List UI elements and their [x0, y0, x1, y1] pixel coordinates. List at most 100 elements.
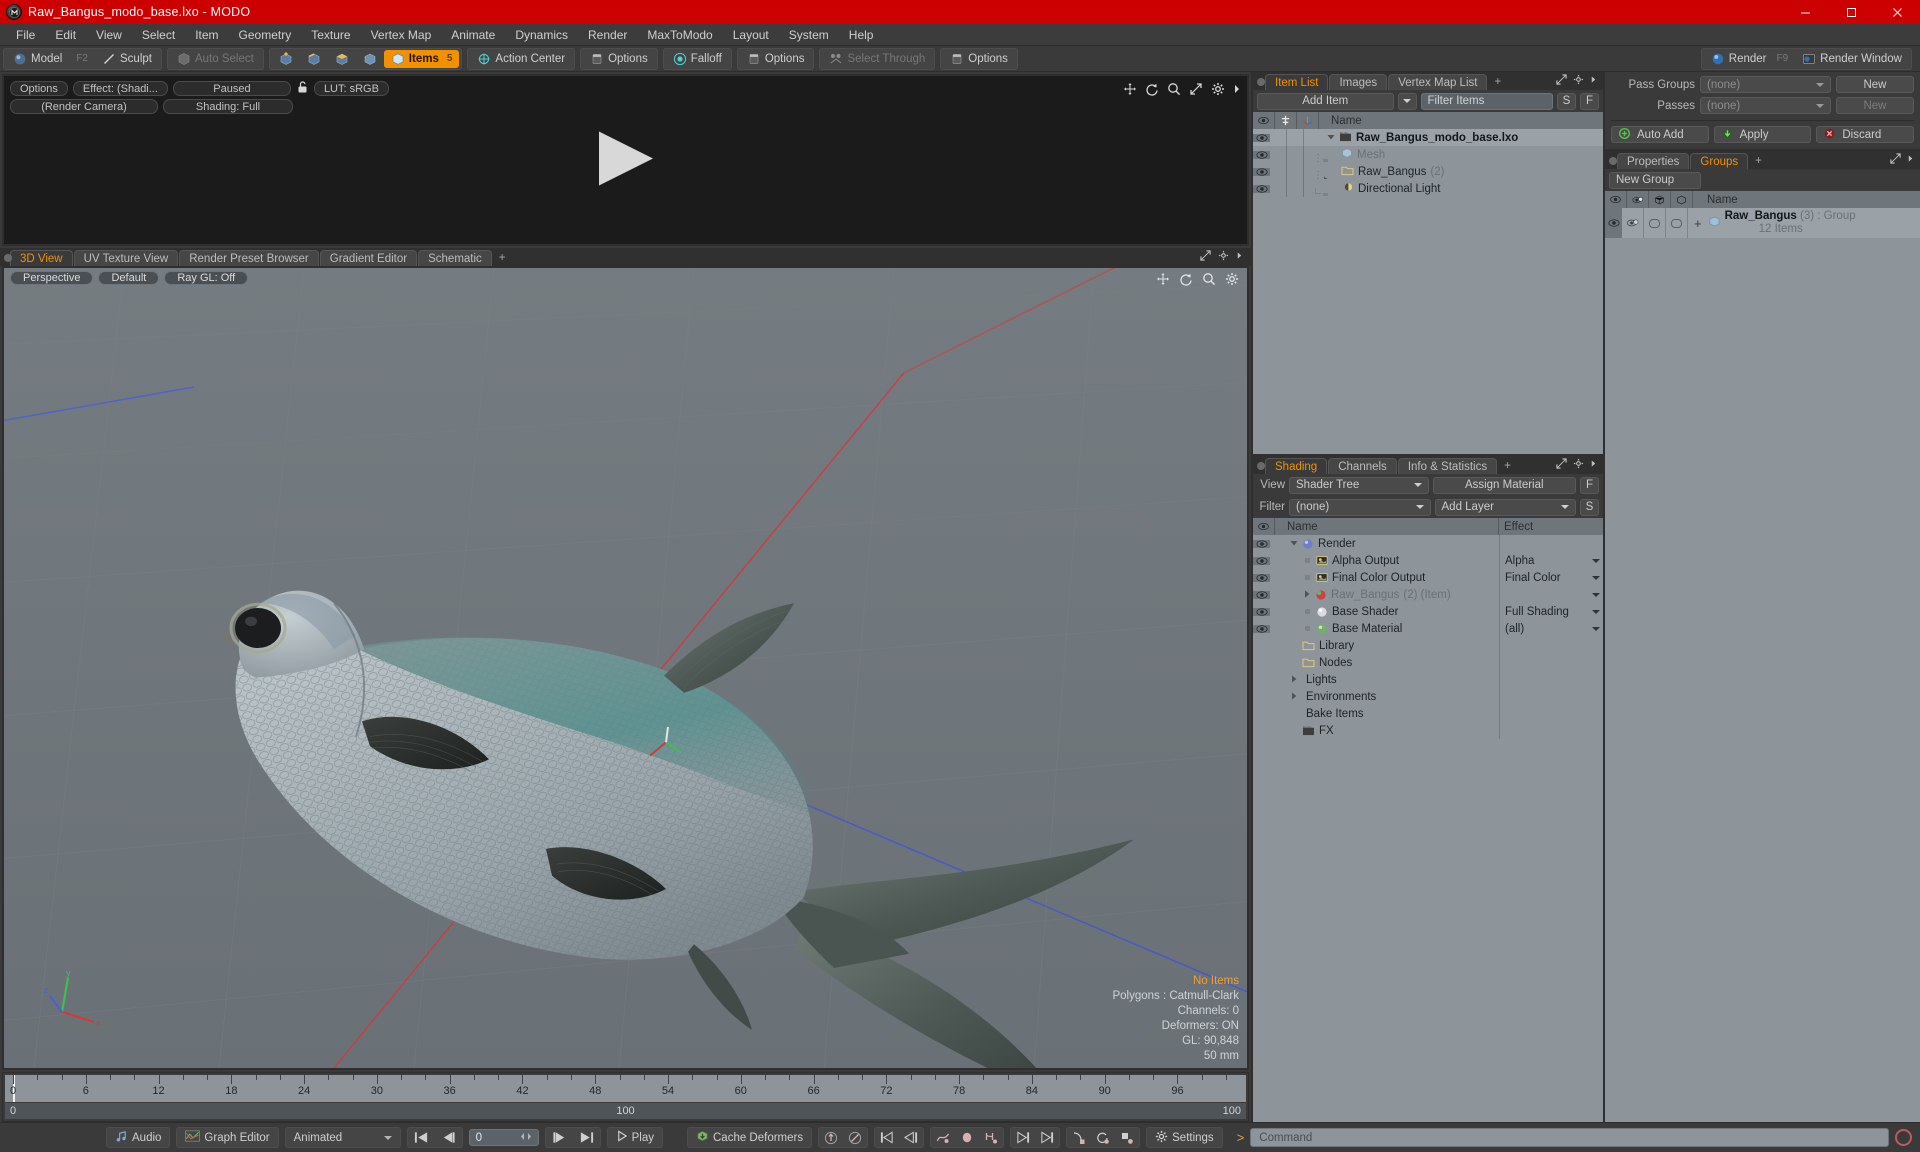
menu-view[interactable]: View	[86, 26, 132, 44]
row-visibility-toggle[interactable]	[1253, 167, 1270, 176]
timeline-ruler[interactable]: 0 6 12 18 24 30 36 42 48 54 60 66 72 78 84 90 96	[5, 1075, 1246, 1103]
auto-select-button[interactable]: Auto Select	[170, 50, 261, 68]
row-visibility-toggle[interactable]	[1253, 607, 1270, 616]
action-center-options-button[interactable]: Options	[583, 50, 655, 68]
apply-button[interactable]: Apply	[1713, 126, 1812, 143]
table-row[interactable]: Base Material (all)	[1253, 620, 1603, 637]
timeline[interactable]: 0 6 12 18 24 30 36 42 48 54 60 66 72 78 84 90 96 0 100 1…	[2, 1072, 1249, 1122]
offset-key-icon[interactable]	[1115, 1128, 1139, 1147]
maximize-icon[interactable]	[1890, 153, 1901, 167]
add-item-dropdown-button[interactable]	[1397, 92, 1417, 110]
new-pass-group-button[interactable]: New	[1836, 76, 1914, 93]
tab-images[interactable]: Images	[1329, 74, 1388, 90]
table-row[interactable]: Alpha Output Alpha	[1253, 552, 1603, 569]
chevron-right-icon[interactable]	[1236, 250, 1243, 264]
zoom-icon[interactable]	[1167, 82, 1181, 96]
key-down-icon[interactable]	[843, 1128, 867, 1147]
add-key-icon[interactable]	[1067, 1128, 1091, 1147]
row-visibility-toggle[interactable]	[1605, 208, 1622, 238]
menu-edit[interactable]: Edit	[45, 26, 86, 44]
row-visibility-toggle[interactable]	[1253, 133, 1270, 142]
table-row[interactable]: FX	[1253, 722, 1603, 739]
gear-icon[interactable]	[1225, 272, 1239, 289]
item-list-body[interactable]: Raw_Bangus_modo_base.lxo ⋮ Mesh ⋮ Raw_Ba…	[1253, 129, 1603, 454]
step-back-icon[interactable]	[435, 1128, 462, 1147]
maximize-button[interactable]	[1828, 0, 1874, 24]
add-groups-tab-button[interactable]: +	[1749, 153, 1768, 169]
ellipse-key-icon[interactable]	[955, 1128, 979, 1147]
shader-tree-select[interactable]: Shader Tree	[1289, 476, 1429, 494]
play-button[interactable]: Play	[608, 1128, 662, 1147]
tab-menu-dot-icon[interactable]	[4, 254, 12, 262]
record-circle-icon[interactable]	[1895, 1129, 1912, 1146]
render-paused-button[interactable]: Paused	[172, 81, 291, 96]
item-list-s-button[interactable]: S	[1557, 92, 1576, 110]
move-icon[interactable]	[1156, 272, 1170, 289]
collapse-arrow-icon[interactable]	[1322, 175, 1330, 179]
table-row[interactable]: ⋮ Raw_Bangus (2)	[1253, 163, 1603, 180]
menu-vertex-map[interactable]: Vertex Map	[361, 26, 442, 44]
render-window-button[interactable]: Render Window	[1795, 50, 1909, 68]
shader-row-effect[interactable]: Final Color	[1499, 569, 1603, 586]
add-viewport-tab-button[interactable]: +	[493, 250, 512, 266]
table-row[interactable]: Render	[1253, 535, 1603, 552]
menu-maxtomodo[interactable]: MaxToModo	[637, 26, 722, 44]
viewport-perspective-button[interactable]: Perspective	[10, 271, 94, 285]
auto-add-button[interactable]: Auto Add	[1611, 126, 1709, 143]
go-end-icon[interactable]	[573, 1128, 600, 1147]
chevron-right-icon[interactable]	[1233, 82, 1241, 96]
menu-file[interactable]: File	[6, 26, 45, 44]
tab-vertex-map-list[interactable]: Vertex Map List	[1388, 74, 1488, 90]
render-options-button[interactable]: Options	[10, 81, 68, 96]
minimize-button[interactable]	[1782, 0, 1828, 24]
rotate-icon[interactable]	[1179, 272, 1193, 289]
new-group-button[interactable]: New Group	[1609, 171, 1701, 189]
curve-key-icon[interactable]	[931, 1128, 955, 1147]
tab-gradient-editor[interactable]: Gradient Editor	[319, 250, 418, 266]
table-row[interactable]: Lights	[1253, 671, 1603, 688]
table-row[interactable]: Library	[1253, 637, 1603, 654]
groups-body[interactable]: + Raw_Bangus (3) : Group 12 Items	[1605, 208, 1920, 1122]
row-visibility-toggle[interactable]	[1253, 624, 1270, 633]
table-row[interactable]: Nodes	[1253, 654, 1603, 671]
new-pass-button[interactable]: New	[1836, 97, 1914, 114]
falloff-options-button[interactable]: Options	[740, 50, 812, 68]
key-next2-icon[interactable]	[1035, 1128, 1059, 1147]
gear-icon[interactable]	[1573, 458, 1584, 472]
tab-schematic[interactable]: Schematic	[418, 250, 492, 266]
select-through-options-button[interactable]: Options	[943, 50, 1015, 68]
table-row[interactable]: Base Shader Full Shading	[1253, 603, 1603, 620]
table-row[interactable]: ∟ Directional Light	[1253, 180, 1603, 197]
chevron-right-icon[interactable]	[1590, 74, 1597, 88]
cache-deformers-button[interactable]: Cache Deformers	[688, 1128, 811, 1147]
tab-menu-dot-icon[interactable]	[1257, 78, 1265, 86]
select-through-button[interactable]: Select Through	[822, 50, 932, 68]
shading-s-button[interactable]: S	[1580, 498, 1599, 516]
menu-system[interactable]: System	[779, 26, 839, 44]
add-shading-tab-button[interactable]: +	[1498, 458, 1517, 474]
maximize-icon[interactable]	[1556, 458, 1567, 472]
rotate-icon[interactable]	[1145, 82, 1159, 96]
table-row[interactable]: Bake Items	[1253, 705, 1603, 722]
tab-item-list[interactable]: Item List	[1265, 74, 1329, 90]
key-prev2-icon[interactable]	[899, 1128, 923, 1147]
chevron-right-icon[interactable]	[1907, 153, 1914, 167]
table-row[interactable]: Raw_Bangus (2) (Item)	[1253, 586, 1603, 603]
viewport-default-button[interactable]: Default	[98, 271, 160, 285]
add-layer-select[interactable]: Add Layer	[1434, 498, 1576, 516]
key-next-icon[interactable]	[1011, 1128, 1035, 1147]
render-shading-button[interactable]: Shading: Full	[163, 99, 293, 114]
material-select-icon[interactable]	[356, 50, 384, 68]
close-button[interactable]	[1874, 0, 1920, 24]
tab-uv-texture-view[interactable]: UV Texture View	[73, 250, 179, 266]
chevron-right-icon[interactable]	[1590, 458, 1597, 472]
item-list-f-button[interactable]: F	[1580, 92, 1599, 110]
maximize-icon[interactable]	[1200, 250, 1211, 264]
shader-row-effect[interactable]: Alpha	[1499, 552, 1603, 569]
zoom-icon[interactable]	[1202, 272, 1216, 289]
collapse-arrow-icon[interactable]	[1290, 691, 1298, 703]
row-visibility-toggle[interactable]	[1253, 539, 1270, 548]
shader-row-effect[interactable]: Full Shading	[1499, 603, 1603, 620]
menu-texture[interactable]: Texture	[301, 26, 360, 44]
step-forward-icon[interactable]	[546, 1128, 573, 1147]
